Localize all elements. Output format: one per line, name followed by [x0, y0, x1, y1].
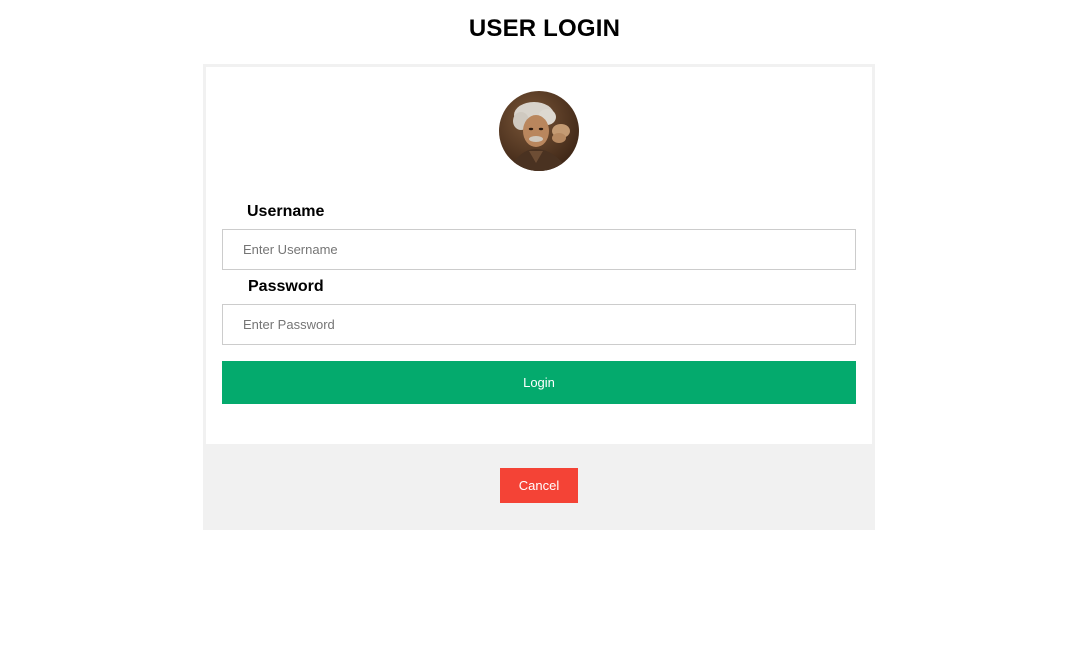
page-title: USER LOGIN: [468, 15, 621, 42]
password-label: Password: [248, 278, 324, 295]
form-footer: Cancel: [206, 444, 872, 527]
avatar-portrait-icon: [499, 91, 579, 171]
username-label: Username: [247, 203, 325, 220]
username-input[interactable]: [222, 229, 856, 270]
password-input[interactable]: [222, 304, 856, 345]
login-form: Username Password Login Cancel: [203, 64, 875, 530]
cancel-button[interactable]: Cancel: [500, 468, 578, 503]
avatar-image: [499, 91, 579, 171]
login-button[interactable]: Login: [222, 361, 856, 404]
